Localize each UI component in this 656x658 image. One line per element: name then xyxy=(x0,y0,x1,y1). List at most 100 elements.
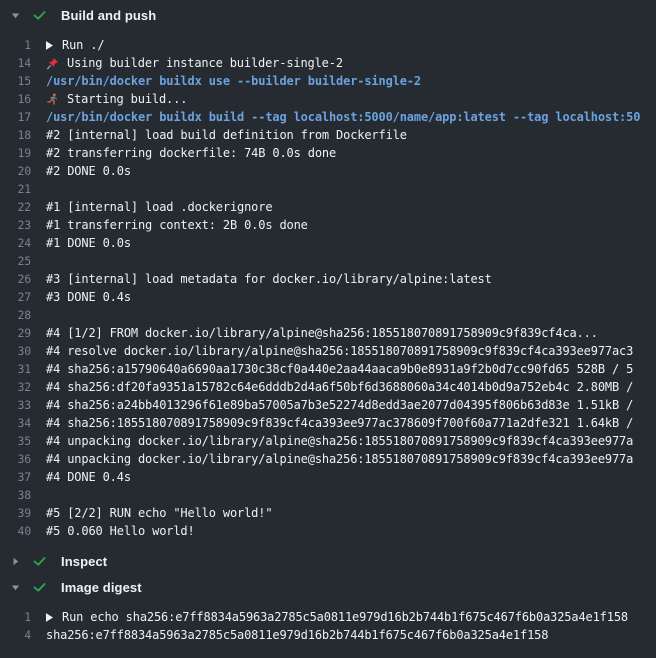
line-number[interactable]: 20 xyxy=(0,164,46,178)
line-content: #4 sha256:185518070891758909c9f839cf4ca3… xyxy=(46,416,656,430)
line-number[interactable]: 16 xyxy=(0,92,46,106)
section-header-build-and-push[interactable]: Build and push xyxy=(0,4,656,26)
line-number[interactable]: 23 xyxy=(0,218,46,232)
line-content: #4 sha256:a15790640a6690aa1730c38cf0a440… xyxy=(46,362,656,376)
section-lines-build-and-push: 1Run ./ 14 Using builder instance builder-… xyxy=(0,30,656,546)
line-text: #4 [1/2] FROM docker.io/library/alpine@s… xyxy=(46,326,598,340)
line-content: #4 unpacking docker.io/library/alpine@sh… xyxy=(46,434,656,448)
log-line: 40#5 0.060 Hello world! xyxy=(0,522,656,540)
check-icon xyxy=(32,580,47,595)
line-content: #4 sha256:df20fa9351a15782c64e6dddb2d4a6… xyxy=(46,380,656,394)
line-number[interactable]: 17 xyxy=(0,110,46,124)
section-title: Inspect xyxy=(61,554,107,569)
line-number[interactable]: 27 xyxy=(0,290,46,304)
line-text: #4 sha256:a15790640a6690aa1730c38cf0a440… xyxy=(46,362,633,376)
line-content: /usr/bin/docker buildx use --builder bui… xyxy=(46,74,656,88)
log-line: 28 xyxy=(0,306,656,324)
line-content: #1 DONE 0.0s xyxy=(46,236,656,250)
log-line: 35#4 unpacking docker.io/library/alpine@… xyxy=(0,432,656,450)
line-text: #4 sha256:a24bb4013296f61e89ba57005a7b3e… xyxy=(46,398,633,412)
line-content: #2 [internal] load build definition from… xyxy=(46,128,656,142)
line-text: #4 resolve docker.io/library/alpine@sha2… xyxy=(46,344,633,358)
line-number[interactable]: 28 xyxy=(0,308,46,322)
line-number[interactable]: 38 xyxy=(0,488,46,502)
line-number[interactable]: 1 xyxy=(0,610,46,624)
line-content: #4 [1/2] FROM docker.io/library/alpine@s… xyxy=(46,326,656,340)
log-line: 22#1 [internal] load .dockerignore xyxy=(0,198,656,216)
line-number[interactable]: 31 xyxy=(0,362,46,376)
log-line: 15/usr/bin/docker buildx use --builder b… xyxy=(0,72,656,90)
line-content: #4 DONE 0.4s xyxy=(46,470,656,484)
line-text: #2 transferring dockerfile: 74B 0.0s don… xyxy=(46,146,336,160)
chevron-down-icon xyxy=(10,11,20,20)
line-text: #4 DONE 0.4s xyxy=(46,470,131,484)
pushpin-icon xyxy=(46,57,59,70)
line-number[interactable]: 40 xyxy=(0,524,46,538)
line-number[interactable]: 1 xyxy=(0,38,46,52)
log-line: 38 xyxy=(0,486,656,504)
runner-icon xyxy=(46,93,59,106)
section-header-inspect[interactable]: Inspect xyxy=(0,550,656,572)
section-image-digest: Image digest 1 Run echo sha256:e7ff8834a59… xyxy=(0,576,656,650)
line-number[interactable]: 26 xyxy=(0,272,46,286)
log-line: 31#4 sha256:a15790640a6690aa1730c38cf0a4… xyxy=(0,360,656,378)
log-line: 25 xyxy=(0,252,656,270)
log-line: 34#4 sha256:185518070891758909c9f839cf4c… xyxy=(0,414,656,432)
line-content: Run echo sha256:e7ff8834a5963a2785c5a081… xyxy=(46,610,656,624)
section-title: Build and push xyxy=(61,8,156,23)
line-number[interactable]: 4 xyxy=(0,628,46,642)
line-text: /usr/bin/docker buildx use --builder bui… xyxy=(46,74,421,88)
line-text: Using builder instance builder-single-2 xyxy=(67,56,343,70)
line-content: #4 resolve docker.io/library/alpine@sha2… xyxy=(46,344,656,358)
log-line: 23#1 transferring context: 2B 0.0s done xyxy=(0,216,656,234)
line-number[interactable]: 29 xyxy=(0,326,46,340)
line-number[interactable]: 14 xyxy=(0,56,46,70)
line-number[interactable]: 30 xyxy=(0,344,46,358)
line-text: #4 sha256:185518070891758909c9f839cf4ca3… xyxy=(46,416,633,430)
log-line-run-command[interactable]: 1Run ./ xyxy=(0,36,656,54)
line-number[interactable]: 18 xyxy=(0,128,46,142)
line-number[interactable]: 39 xyxy=(0,506,46,520)
line-content: #3 DONE 0.4s xyxy=(46,290,656,304)
line-number[interactable]: 36 xyxy=(0,452,46,466)
line-text: #3 [internal] load metadata for docker.i… xyxy=(46,272,492,286)
play-triangle-icon xyxy=(46,41,53,50)
log-line: 14 Using builder instance builder-single-… xyxy=(0,54,656,72)
line-number[interactable]: 15 xyxy=(0,74,46,88)
line-number[interactable]: 32 xyxy=(0,380,46,394)
line-number[interactable]: 25 xyxy=(0,254,46,268)
log-sections: Build and push1Run ./14Using builder ins… xyxy=(0,4,656,650)
play-triangle-icon xyxy=(46,613,53,622)
line-content: #5 [2/2] RUN echo "Hello world!" xyxy=(46,506,656,520)
line-number[interactable]: 37 xyxy=(0,470,46,484)
line-number[interactable]: 33 xyxy=(0,398,46,412)
log-line: 18#2 [internal] load build definition fr… xyxy=(0,126,656,144)
line-text: #1 DONE 0.0s xyxy=(46,236,131,250)
line-content: #1 transferring context: 2B 0.0s done xyxy=(46,218,656,232)
section-build-and-push: Build and push 1Run ./ 14 Using builder ins… xyxy=(0,4,656,546)
log-line: 20#2 DONE 0.0s xyxy=(0,162,656,180)
chevron-right-icon xyxy=(10,557,20,566)
line-text: #5 0.060 Hello world! xyxy=(46,524,195,538)
log-line: 36#4 unpacking docker.io/library/alpine@… xyxy=(0,450,656,468)
section-inspect: Inspect xyxy=(0,550,656,572)
line-text: #3 DONE 0.4s xyxy=(46,290,131,304)
line-text: #5 [2/2] RUN echo "Hello world!" xyxy=(46,506,272,520)
line-text: Run echo sha256:e7ff8834a5963a2785c5a081… xyxy=(62,610,628,624)
line-number[interactable]: 19 xyxy=(0,146,46,160)
line-number[interactable]: 22 xyxy=(0,200,46,214)
line-number[interactable]: 21 xyxy=(0,182,46,196)
line-text: #4 unpacking docker.io/library/alpine@sh… xyxy=(46,434,633,448)
line-number[interactable]: 34 xyxy=(0,416,46,430)
log-line-run-command[interactable]: 1 Run echo sha256:e7ff8834a5963a2785c5a08… xyxy=(0,608,656,626)
line-text: #2 DONE 0.0s xyxy=(46,164,131,178)
chevron-down-icon xyxy=(10,583,20,592)
line-number[interactable]: 24 xyxy=(0,236,46,250)
log-line: 37#4 DONE 0.4s xyxy=(0,468,656,486)
log-line: 19#2 transferring dockerfile: 74B 0.0s d… xyxy=(0,144,656,162)
line-content: #5 0.060 Hello world! xyxy=(46,524,656,538)
line-text: #4 unpacking docker.io/library/alpine@sh… xyxy=(46,452,633,466)
section-header-image-digest[interactable]: Image digest xyxy=(0,576,656,598)
check-icon xyxy=(32,8,47,23)
line-number[interactable]: 35 xyxy=(0,434,46,448)
